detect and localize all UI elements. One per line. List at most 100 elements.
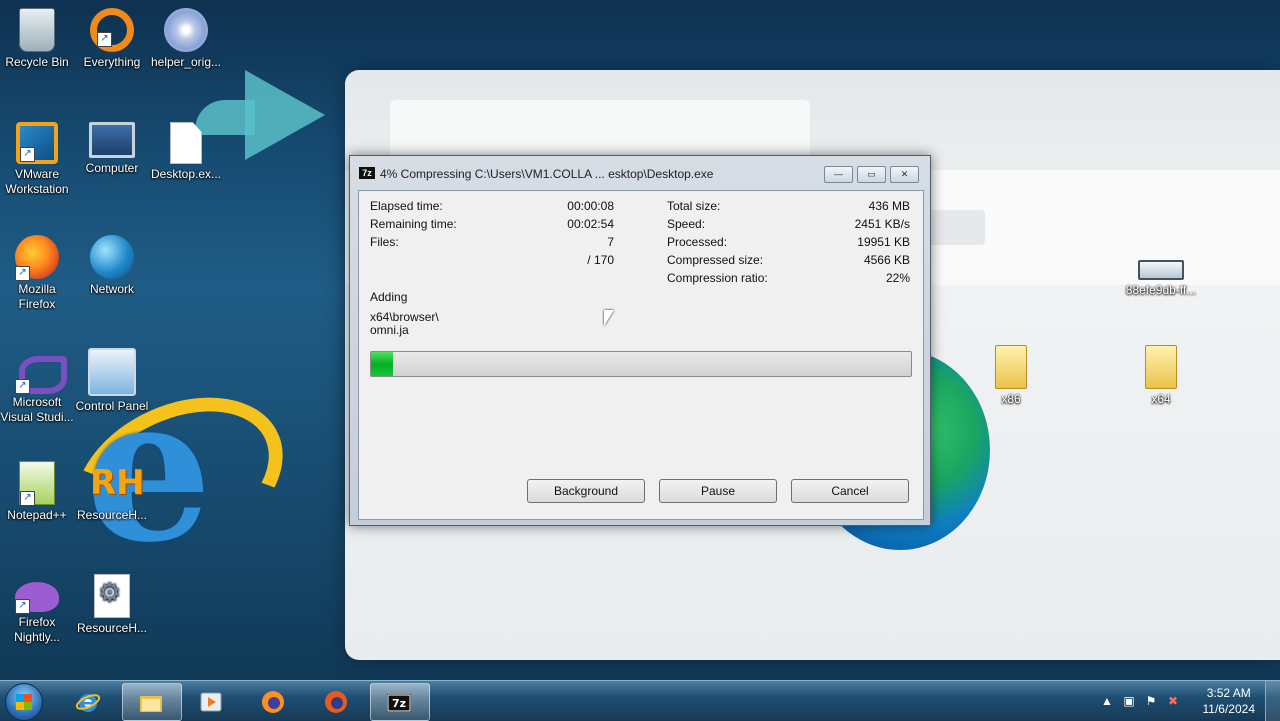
- desktop-icon-firefox[interactable]: ↗ Mozilla Firefox: [0, 235, 74, 312]
- shortcut-arrow-icon: ↗: [15, 379, 30, 394]
- desktop-icon-label: Network: [89, 282, 134, 296]
- desktop-icon-firefox-nightly[interactable]: ↗ Firefox Nightly...: [0, 574, 74, 645]
- speed-value: 2451 KB/s: [854, 217, 910, 231]
- drive-icon: [1138, 260, 1184, 280]
- action-center-flag-icon[interactable]: ⚑: [1144, 694, 1158, 708]
- maximize-button[interactable]: ▭: [857, 166, 886, 183]
- folder-icon: [1145, 345, 1177, 389]
- taskbar-firefox[interactable]: [245, 683, 303, 719]
- remaining-time-label: Remaining time:: [370, 217, 457, 231]
- installer-icon: [164, 8, 208, 52]
- folder-icon: [995, 345, 1027, 389]
- file-explorer-icon: [140, 696, 162, 712]
- firefox-icon: ↗: [15, 235, 59, 281]
- internet-explorer-icon: [75, 694, 101, 712]
- minimize-button[interactable]: —: [824, 166, 853, 183]
- desktop-icon-label: x64: [1151, 392, 1171, 406]
- clock-date: 11/6/2024: [1202, 702, 1256, 716]
- taskbar-7zip[interactable]: 7z: [370, 683, 430, 721]
- recycle-bin-icon: [19, 8, 55, 52]
- settings-file-icon: [94, 574, 130, 618]
- desktop-icon-label: Notepad++: [7, 508, 67, 522]
- taskbar-internet-explorer[interactable]: [60, 683, 118, 719]
- processed-label: Processed:: [667, 235, 728, 249]
- compression-ratio-value: 22%: [885, 271, 910, 285]
- desktop-icon-label: x86: [1001, 392, 1021, 406]
- desktop-icon-everything[interactable]: ↗ Everything: [75, 8, 149, 70]
- desktop-icon-label: Recycle Bin: [5, 55, 69, 69]
- vmware-icon: ↗: [16, 122, 58, 164]
- desktop-icon-label: Microsoft Visual Studi...: [0, 395, 74, 424]
- everything-icon: ↗: [90, 8, 134, 52]
- compressed-size-value: 4566 KB: [863, 253, 910, 267]
- progress-bar-fill: [371, 352, 393, 376]
- close-button[interactable]: ✕: [890, 166, 919, 183]
- system-tray: ▲ ▣ ⚑ ✖ 3:52 AM 11/6/2024: [1100, 681, 1280, 721]
- taskbar-file-explorer[interactable]: [122, 683, 182, 721]
- firefox-icon: [262, 691, 284, 713]
- compress-progress-dialog[interactable]: 7z 4% Compressing C:\Users\VM1.COLLA ...…: [349, 155, 931, 526]
- elapsed-time-label: Elapsed time:: [370, 199, 443, 213]
- svg-text:7z: 7z: [392, 697, 406, 710]
- files-label: Files:: [370, 235, 399, 249]
- background-button[interactable]: Background: [527, 479, 645, 503]
- total-size-label: Total size:: [667, 199, 721, 213]
- network-tray-icon[interactable]: ▣: [1122, 694, 1136, 708]
- desktop-icon-visual-studio[interactable]: ↗ Microsoft Visual Studi...: [0, 348, 74, 425]
- elapsed-time-value: 00:00:08: [567, 199, 614, 213]
- desktop-icon-resource-hacker[interactable]: RH ResourceH...: [75, 461, 149, 523]
- desktop-icon-recycle-bin[interactable]: Recycle Bin: [0, 8, 74, 70]
- 7zip-icon: 7z: [387, 694, 411, 712]
- dialog-titlebar[interactable]: 7z 4% Compressing C:\Users\VM1.COLLA ...…: [350, 156, 930, 190]
- start-button[interactable]: [5, 683, 43, 721]
- desktop-icon-helper[interactable]: helper_orig...: [149, 8, 223, 70]
- desktop-icon-label: Desktop.ex...: [150, 167, 222, 181]
- desktop-icon-control-panel[interactable]: Control Panel: [75, 348, 149, 414]
- file-icon: [170, 122, 202, 164]
- notepadpp-icon: ↗: [19, 461, 55, 506]
- desktop-icon-notepadpp[interactable]: ↗ Notepad++: [0, 461, 74, 523]
- desktop-icon-folder-x64[interactable]: x64: [1124, 345, 1198, 407]
- desktop-icon-label: Computer: [85, 161, 139, 175]
- taskbar: 7z ▲ ▣ ⚑ ✖ 3:52 AM 11/6/2024: [0, 680, 1280, 721]
- mouse-cursor-icon: [604, 310, 614, 326]
- operation-label: Adding: [370, 290, 408, 304]
- shortcut-arrow-icon: ↗: [97, 32, 112, 47]
- show-desktop-button[interactable]: [1265, 681, 1280, 721]
- current-file-name: omni.ja: [370, 323, 409, 337]
- desktop-icon-folder-x86[interactable]: x86: [974, 345, 1048, 407]
- wallpaper-tab-bar: [390, 100, 810, 160]
- desktop-icon-computer[interactable]: Computer: [75, 122, 149, 176]
- desktop-icon-desktop-exe[interactable]: Desktop.ex...: [149, 122, 223, 182]
- shortcut-arrow-icon: ↗: [15, 266, 30, 281]
- cancel-button[interactable]: Cancel: [791, 479, 909, 503]
- taskbar-media-player[interactable]: [183, 683, 241, 719]
- computer-icon: [89, 122, 135, 158]
- pause-button[interactable]: Pause: [659, 479, 777, 503]
- desktop-icon-label: 88efe9db-ff...: [1125, 283, 1197, 297]
- files-value: 7: [607, 235, 614, 249]
- desktop-icon-label: ResourceH...: [76, 621, 148, 635]
- desktop-icon-resource-hacker-file[interactable]: ResourceH...: [75, 574, 149, 636]
- taskbar-firefox-2[interactable]: [308, 683, 366, 719]
- firefox-nightly-icon: ↗: [15, 582, 59, 614]
- desktop-icon-guid-drive[interactable]: 88efe9db-ff...: [1123, 250, 1199, 298]
- current-file-path: x64\browser\: [370, 310, 439, 324]
- desktop-icon-vmware[interactable]: ↗ VMware Workstation: [0, 122, 74, 197]
- files-total-value: / 170: [587, 253, 614, 267]
- progress-bar: [370, 351, 912, 377]
- compression-ratio-label: Compression ratio:: [667, 271, 768, 285]
- media-player-icon: [200, 692, 222, 712]
- volume-muted-icon[interactable]: ✖: [1166, 694, 1180, 708]
- desktop-icon-network[interactable]: Network: [75, 235, 149, 297]
- desktop-icon-label: helper_orig...: [150, 55, 222, 69]
- compressed-size-label: Compressed size:: [667, 253, 764, 267]
- desktop-icon-label: VMware Workstation: [5, 167, 69, 196]
- remaining-time-value: 00:02:54: [567, 217, 614, 231]
- shortcut-arrow-icon: ↗: [15, 599, 30, 614]
- total-size-value: 436 MB: [868, 199, 910, 213]
- show-hidden-icons-button[interactable]: ▲: [1100, 694, 1114, 708]
- clock[interactable]: 3:52 AM 11/6/2024: [1203, 685, 1256, 717]
- processed-value: 19951 KB: [857, 235, 910, 249]
- speed-label: Speed:: [667, 217, 706, 231]
